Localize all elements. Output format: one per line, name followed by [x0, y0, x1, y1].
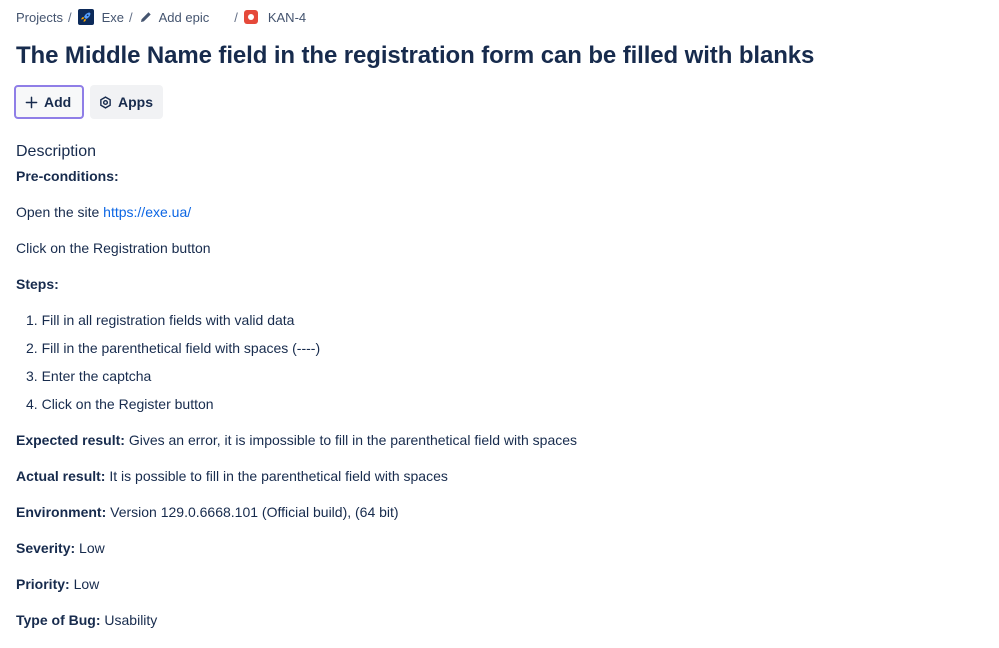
step-item: 1. Fill in all registration fields with … [26, 312, 295, 328]
bug-type-label: Type of Bug: [16, 612, 101, 628]
breadcrumb-projects[interactable]: Projects [16, 10, 63, 25]
breadcrumb-separator: / [67, 9, 72, 25]
bug-type: Type of Bug: Usability [16, 612, 157, 628]
breadcrumb-project[interactable]: Exe [77, 9, 124, 25]
priority-value: Low [69, 576, 100, 592]
expected-result-label: Expected result: [16, 432, 125, 448]
actual-result-label: Actual result: [16, 468, 106, 484]
apps-button[interactable]: Apps [90, 85, 163, 119]
breadcrumb-project-label: Exe [101, 9, 124, 25]
description-heading: Description [16, 143, 97, 160]
environment-value: Version 129.0.6668.101 (Official build),… [106, 504, 399, 520]
add-button-label: Add [44, 94, 72, 110]
rocket-icon [77, 9, 94, 25]
expected-result-value: Gives an error, it is impossible to fill… [124, 432, 578, 448]
breadcrumb-separator: / [129, 9, 133, 25]
apps-button-label: Apps [118, 94, 153, 110]
step-item: 2. Fill in the parenthetical field with … [26, 340, 321, 356]
breadcrumb-issue-key: KAN-4 [267, 9, 307, 25]
breadcrumb-issue[interactable]: KAN-4 [243, 9, 307, 25]
apps-icon [99, 95, 112, 109]
breadcrumb-add-epic-label: Add epic [158, 9, 210, 25]
breadcrumb-add-epic[interactable]: Add epic [139, 9, 210, 25]
expected-result: Expected result: Gives an error, it is i… [16, 432, 577, 448]
open-site-text: Open the site [16, 204, 104, 220]
priority-label: Priority: [16, 576, 70, 592]
steps-label: Steps: [16, 276, 59, 292]
severity-label: Severity: [16, 540, 76, 556]
severity: Severity: Low [16, 540, 105, 556]
step-item: 3. Enter the captcha [26, 368, 152, 384]
environment: Environment: Version 129.0.6668.101 (Off… [16, 504, 399, 520]
open-site-line: Open the site https://exe.ua/ [16, 204, 191, 220]
actual-result-value: It is possible to fill in the parentheti… [105, 468, 448, 484]
plus-icon [25, 96, 38, 109]
bug-icon [243, 10, 258, 24]
environment-label: Environment: [16, 504, 107, 520]
bug-type-value: Usability [100, 612, 158, 628]
actual-result: Actual result: It is possible to fill in… [16, 468, 448, 484]
priority: Priority: Low [16, 576, 99, 592]
severity-value: Low [75, 540, 105, 556]
issue-actions: Add Apps [14, 85, 163, 119]
breadcrumb: Projects / Exe / Add epic / KAN-4 [16, 8, 306, 26]
pencil-icon [139, 10, 153, 24]
click-registration-line: Click on the Registration button [16, 240, 211, 256]
breadcrumb-separator: / [234, 9, 238, 25]
issue-title[interactable]: The Middle Name field in the registratio… [16, 42, 814, 70]
add-button[interactable]: Add [14, 85, 84, 119]
site-link[interactable]: https://exe.ua/ [103, 204, 191, 220]
step-item: 4. Click on the Register button [26, 396, 214, 412]
preconditions-label: Pre-conditions: [16, 168, 119, 184]
